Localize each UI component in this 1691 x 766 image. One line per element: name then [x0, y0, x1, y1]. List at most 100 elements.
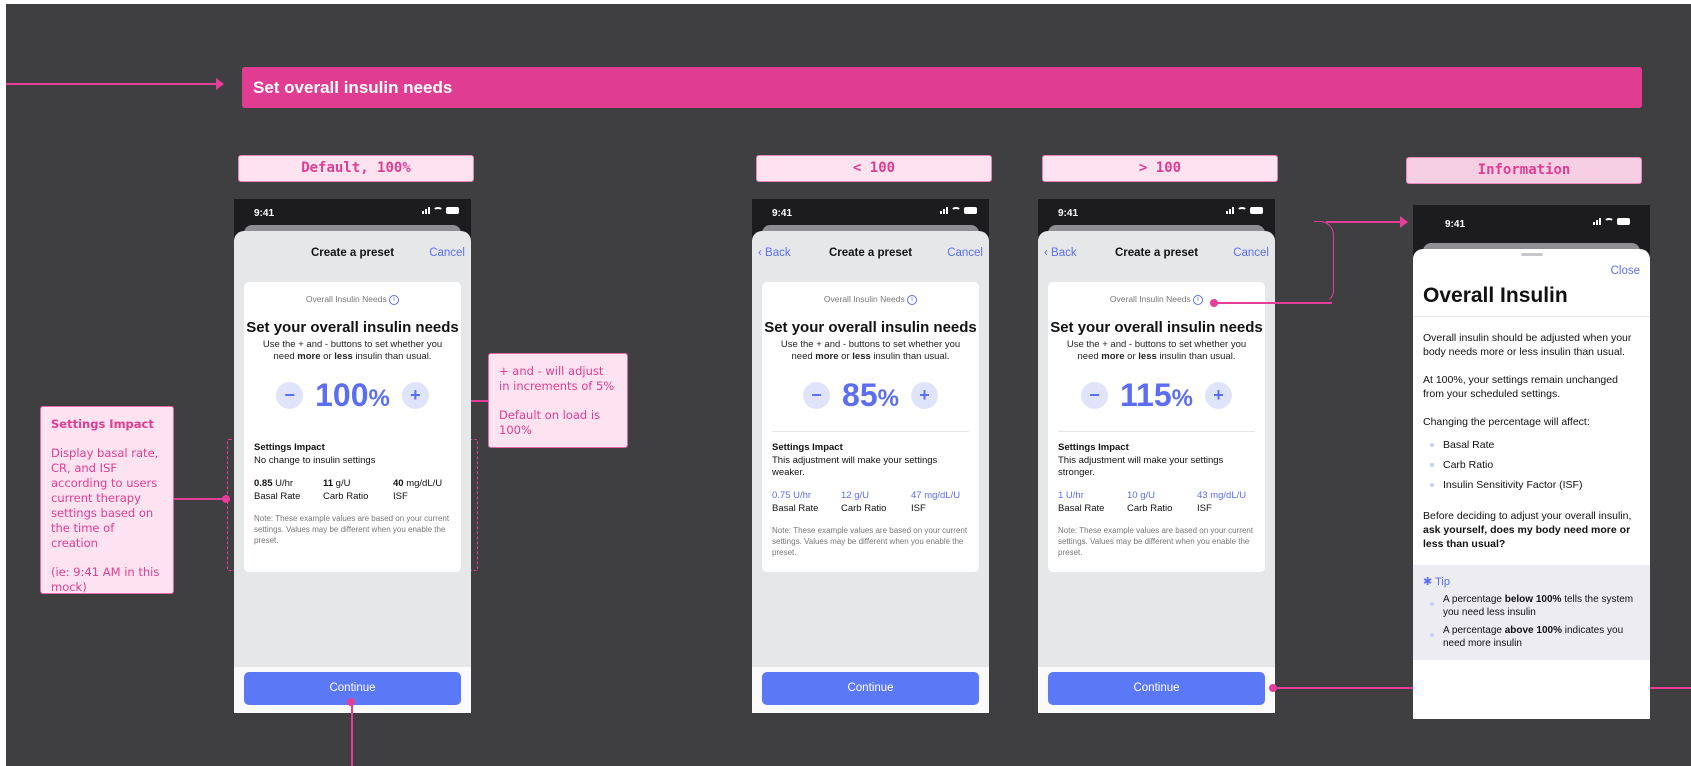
annotation-example: (ie: 9:41 AM in this mock) [51, 565, 160, 594]
phone-default: 9:41 Create a preset Cancel Overall Insu… [234, 199, 471, 713]
status-icons [422, 207, 459, 214]
decrease-button[interactable]: − [276, 382, 304, 410]
phone-information: 9:41 Close Overall Insulin Overall insul… [1413, 205, 1650, 719]
basal-rate-value: 1 U/hr Basal Rate [1058, 489, 1105, 514]
battery-icon [446, 207, 459, 214]
cancel-button[interactable]: Cancel [429, 247, 465, 259]
card-title: Set your overall insulin needs [764, 318, 977, 336]
isf-value: 43 mg/dL/U ISF [1197, 489, 1247, 514]
settings-impact: Settings Impact This adjustment will mak… [762, 432, 979, 558]
info-icon[interactable]: i [907, 294, 918, 305]
nav-bar: Create a preset Cancel [234, 231, 471, 271]
nav-bar: ‹ Back Create a preset Cancel [1038, 231, 1275, 271]
continue-zone: Continue [234, 667, 471, 713]
affected-list: Basal Rate Carb Ratio Insulin Sensitivit… [1423, 435, 1640, 495]
insulin-card: Overall Insulin Needs i Set your overall… [244, 282, 461, 572]
increase-button[interactable]: + [1204, 382, 1232, 410]
impact-values: 1 U/hr Basal Rate 10 g/U Carb Ratio 43 mg/… [1058, 489, 1255, 515]
signal-icon [940, 207, 948, 214]
percent-value: 100% [315, 377, 390, 414]
impact-note: Note: These example values are based on … [1058, 525, 1254, 557]
isf-value: 47 mg/dL/U ISF [911, 489, 961, 514]
signal-icon [1226, 207, 1234, 214]
carb-ratio-value: 11 g/U Carb Ratio [323, 477, 369, 502]
tip-header: ✱ Tip [1423, 576, 1450, 588]
kicker-text: Overall Insulin Needs [1109, 294, 1191, 304]
incoming-arrowhead [216, 78, 224, 90]
insulin-card: Overall Insulin Needs i Set your overall… [1048, 282, 1265, 572]
wifi-icon [433, 207, 443, 214]
info-paragraph-4: Before deciding to adjust your overall i… [1423, 510, 1632, 550]
section-banner: Set overall insulin needs [242, 67, 1642, 108]
percent-stepper: − 85% + [762, 377, 979, 414]
list-item: Basal Rate [1423, 435, 1640, 455]
label-more-than-100: > 100 [1042, 155, 1278, 182]
impact-title: Settings Impact [772, 441, 843, 453]
info-connector-vertical [1332, 232, 1334, 292]
continue-connector [351, 702, 353, 766]
status-time: 9:41 [1445, 219, 1466, 230]
sheet-grabber[interactable] [1520, 253, 1543, 256]
info-icon[interactable]: i [1193, 294, 1204, 305]
impact-values: 0.85 U/hr Basal Rate 11 g/U Carb Ratio 40 … [254, 477, 451, 503]
info-paragraph-2: At 100%, your settings remain unchanged … [1423, 374, 1618, 400]
settings-impact: Settings Impact No change to insulin set… [244, 432, 461, 546]
kicker-text: Overall Insulin Needs [823, 294, 905, 304]
percent-value: 115% [1120, 377, 1193, 414]
close-button[interactable]: Close [1611, 265, 1640, 277]
continue-button[interactable]: Continue [762, 672, 979, 705]
increase-button[interactable]: + [910, 382, 938, 410]
sheet: Create a preset Cancel Overall Insulin N… [234, 231, 471, 713]
status-bar: 9:41 [1038, 199, 1275, 225]
status-time: 9:41 [1058, 208, 1079, 219]
signal-icon [422, 207, 430, 214]
lightbulb-icon: ✱ [1423, 576, 1433, 588]
status-bar: 9:41 [752, 199, 989, 225]
annotation-body: Display basal rate, CR, and ISF accordin… [51, 446, 159, 550]
info-paragraph-1: Overall insulin should be adjusted when … [1423, 332, 1632, 358]
card-kicker: Overall Insulin Needs i [244, 294, 461, 305]
info-arrowhead [1400, 216, 1408, 228]
decrease-button[interactable]: − [1081, 382, 1109, 410]
info-paragraph-3: Changing the percentage will affect: [1423, 416, 1590, 428]
cancel-button[interactable]: Cancel [947, 247, 983, 259]
wifi-icon [1604, 218, 1614, 225]
card-subtitle: Use the + and - buttons to set whether y… [262, 338, 443, 362]
label-default: Default, 100% [238, 155, 474, 182]
phone-more-than-100: 9:41 ‹ Back Create a preset Cancel Overa… [1038, 199, 1275, 713]
carb-ratio-value: 12 g/U Carb Ratio [841, 489, 887, 514]
settings-impact: Settings Impact This adjustment will mak… [1048, 432, 1265, 558]
percent-stepper: − 115% + [1048, 377, 1265, 414]
phone-less-than-100: 9:41 ‹ Back Create a preset Cancel Overa… [752, 199, 989, 713]
info-connector-curve [1314, 221, 1334, 304]
increase-button[interactable]: + [401, 382, 429, 410]
impact-note: Note: These example values are based on … [772, 525, 968, 557]
cancel-button[interactable]: Cancel [1233, 247, 1269, 259]
increments-text: + and - will adjust in increments of 5% [499, 364, 615, 393]
info-divider [1413, 316, 1650, 317]
card-subtitle: Use the + and - buttons to set whether y… [1066, 338, 1247, 362]
continue-zone: Continue [752, 667, 989, 713]
status-time: 9:41 [772, 208, 793, 219]
impact-title: Settings Impact [1058, 441, 1129, 453]
decrease-button[interactable]: − [803, 382, 831, 410]
signal-icon [1593, 218, 1601, 225]
card-kicker: Overall Insulin Needs i [762, 294, 979, 305]
percent-value: 85% [842, 377, 899, 414]
list-item: Insulin Sensitivity Factor (ISF) [1423, 475, 1640, 495]
info-icon[interactable]: i [389, 294, 400, 305]
nav-bar: ‹ Back Create a preset Cancel [752, 231, 989, 271]
increments-annotation: + and - will adjust in increments of 5% … [488, 353, 628, 448]
tip-section: ✱ Tip A percentage below 100% tells the … [1413, 565, 1650, 660]
info-title: Overall Insulin [1423, 284, 1568, 307]
card-subtitle: Use the + and - buttons to set whether y… [780, 338, 961, 362]
design-canvas: Set overall insulin needs Default, 100% … [6, 4, 1691, 766]
continue-button[interactable]: Continue [1048, 672, 1265, 705]
isf-value: 40 mg/dL/U ISF [393, 477, 443, 502]
info-connector-h2 [1326, 221, 1402, 223]
status-bar: 9:41 [234, 199, 471, 225]
battery-icon [964, 207, 977, 214]
impact-description: This adjustment will make your settings … [772, 454, 938, 478]
impact-values: 0.75 U/hr Basal Rate 12 g/U Carb Ratio 47 … [772, 489, 969, 515]
basal-rate-value: 0.85 U/hr Basal Rate [254, 477, 301, 502]
